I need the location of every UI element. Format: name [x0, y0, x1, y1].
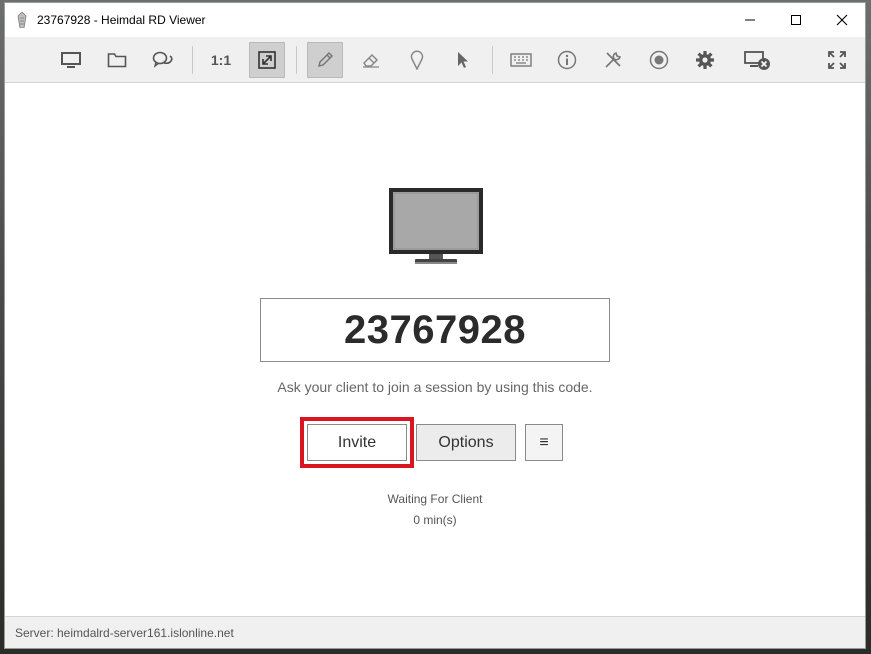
keyboard-icon	[510, 53, 532, 67]
main-content: 23767928 Ask your client to join a sessi…	[5, 83, 865, 616]
window-controls	[727, 3, 865, 37]
pointer-icon	[458, 52, 468, 68]
screen-button[interactable]	[53, 42, 89, 78]
chat-button[interactable]	[145, 42, 181, 78]
chat-icon	[152, 51, 173, 68]
toolbar-separator	[296, 46, 297, 74]
record-button[interactable]	[641, 42, 677, 78]
status-bar: Server: heimdalrd-server161.islonline.ne…	[5, 616, 865, 648]
maximize-button[interactable]	[773, 3, 819, 37]
toolbar: 1:1	[5, 37, 865, 83]
settings-button[interactable]	[687, 42, 723, 78]
status-text: Waiting For Client	[387, 492, 483, 506]
tools-icon	[605, 51, 622, 68]
close-icon	[836, 14, 848, 26]
invite-button[interactable]: Invite	[307, 424, 407, 461]
info-button[interactable]	[549, 42, 585, 78]
app-window: 23767928 - Heimdal RD Viewer 1:1 2376792…	[4, 2, 866, 649]
fullscreen-button[interactable]	[819, 42, 855, 78]
app-logo-icon	[15, 11, 29, 29]
gear-icon	[696, 51, 714, 69]
pencil-icon	[317, 51, 334, 68]
eraser-button[interactable]	[353, 42, 389, 78]
record-icon	[649, 50, 669, 70]
session-hint: Ask your client to join a session by usi…	[277, 379, 593, 395]
server-label: Server: heimdalrd-server161.islonline.ne…	[15, 625, 234, 640]
close-button[interactable]	[819, 3, 865, 37]
minimize-icon	[745, 19, 755, 21]
session-code: 23767928	[344, 307, 526, 352]
monitor-icon	[388, 187, 484, 272]
options-button[interactable]: Options	[416, 424, 516, 461]
fullscreen-icon	[828, 51, 846, 69]
screen-icon	[61, 52, 81, 68]
pointer-button[interactable]	[445, 42, 481, 78]
pin-icon	[410, 50, 424, 70]
window-title: 23767928 - Heimdal RD Viewer	[37, 13, 206, 27]
eraser-icon	[363, 53, 379, 68]
minimize-button[interactable]	[727, 3, 773, 37]
fit-icon	[258, 51, 276, 69]
tools-button[interactable]	[595, 42, 631, 78]
elapsed-time: 0 min(s)	[413, 513, 457, 527]
scale-one-to-one-button[interactable]: 1:1	[203, 42, 239, 78]
disconnect-icon	[744, 51, 770, 70]
toolbar-separator	[192, 46, 193, 74]
pin-button[interactable]	[399, 42, 435, 78]
file-transfer-button[interactable]	[99, 42, 135, 78]
fit-to-window-button[interactable]	[249, 42, 285, 78]
menu-button[interactable]: ≡	[525, 424, 563, 461]
keyboard-button[interactable]	[503, 42, 539, 78]
pencil-button[interactable]	[307, 42, 343, 78]
scale-label: 1:1	[210, 52, 232, 68]
session-code-box: 23767928	[260, 298, 610, 362]
title-bar: 23767928 - Heimdal RD Viewer	[5, 3, 865, 37]
folder-icon	[107, 53, 127, 68]
info-icon	[557, 50, 577, 70]
toolbar-separator	[492, 46, 493, 74]
maximize-icon	[791, 15, 801, 25]
disconnect-button[interactable]	[739, 42, 775, 78]
